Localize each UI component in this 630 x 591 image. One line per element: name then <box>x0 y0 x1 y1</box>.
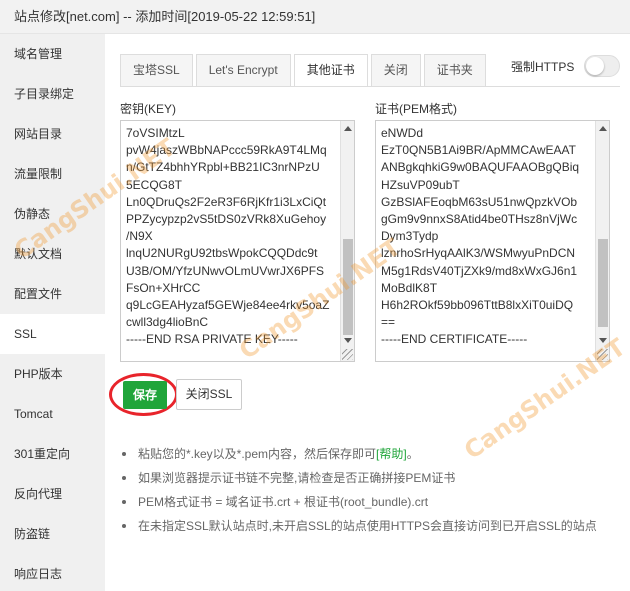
tab-lets-encrypt[interactable]: Let's Encrypt <box>195 54 291 86</box>
list-item: 粘贴您的*.key以及*.pem内容，然后保存即可[帮助]。 <box>120 442 620 466</box>
tab-cert-folder[interactable]: 证书夹 <box>423 54 486 86</box>
tab-bt-ssl[interactable]: 宝塔SSL <box>120 54 193 86</box>
bullet-icon <box>122 476 126 480</box>
sidebar-item-php[interactable]: PHP版本 <box>0 354 105 394</box>
sidebar-item-site-dir[interactable]: 网站目录 <box>0 114 105 154</box>
cert-scroll-thumb[interactable] <box>598 239 608 327</box>
tip-text: 。 <box>406 447 419 461</box>
tab-divider <box>120 86 620 87</box>
tab-other-cert[interactable]: 其他证书 <box>293 54 368 87</box>
sidebar: 域名管理 子目录绑定 网站目录 流量限制 伪静态 默认文档 配置文件 SSL P… <box>0 34 105 591</box>
tip-text: 如果浏览器提示证书链不完整,请检查是否正确拼接PEM证书 <box>138 471 456 485</box>
help-link[interactable]: [帮助] <box>376 447 407 461</box>
sidebar-item-ssl[interactable]: SSL <box>0 314 105 354</box>
force-https-toggle[interactable] <box>584 55 620 77</box>
toggle-knob <box>586 57 604 75</box>
sidebar-item-subdir[interactable]: 子目录绑定 <box>0 74 105 114</box>
key-label: 密钥(KEY) <box>120 102 177 116</box>
sidebar-item-tomcat[interactable]: Tomcat <box>0 394 105 434</box>
tip-text: 在未指定SSL默认站点时,未开启SSL的站点使用HTTPS会直接访问到已开启SS… <box>138 519 597 533</box>
window-title: 站点修改[net.com] -- 添加时间[2019-05-22 12:59:5… <box>0 0 630 34</box>
sidebar-item-hotlink[interactable]: 防盗链 <box>0 514 105 554</box>
sidebar-item-log[interactable]: 响应日志 <box>0 554 105 591</box>
bullet-icon <box>122 452 126 456</box>
sidebar-item-redirect[interactable]: 301重定向 <box>0 434 105 474</box>
force-https-label: 强制HTTPS <box>511 60 575 74</box>
bullet-icon <box>122 500 126 504</box>
list-item: PEM格式证书 = 域名证书.crt + 根证书(root_bundle).cr… <box>120 490 620 514</box>
scroll-up-icon[interactable] <box>599 126 607 131</box>
ssl-tabs: 宝塔SSL Let's Encrypt 其他证书 关闭 证书夹 <box>120 54 489 87</box>
sidebar-item-proxy[interactable]: 反向代理 <box>0 474 105 514</box>
list-item: 在未指定SSL默认站点时,未开启SSL的站点使用HTTPS会直接访问到已开启SS… <box>120 514 620 538</box>
list-item: 如果浏览器提示证书链不完整,请检查是否正确拼接PEM证书 <box>120 466 620 490</box>
resize-grip-icon[interactable] <box>342 349 353 360</box>
tip-text: PEM格式证书 = 域名证书.crt + 根证书(root_bundle).cr… <box>138 495 429 509</box>
save-button[interactable]: 保存 <box>123 381 167 409</box>
close-ssl-button[interactable]: 关闭SSL <box>176 379 242 410</box>
scroll-down-icon[interactable] <box>344 338 352 343</box>
tab-close[interactable]: 关闭 <box>370 54 421 86</box>
cert-label: 证书(PEM格式) <box>375 102 457 116</box>
cert-textarea[interactable]: eNWDd EzT0QN5B1Ai9BR/ApMMCAwEAAT ANBgkqh… <box>375 120 610 362</box>
sidebar-item-config[interactable]: 配置文件 <box>0 274 105 314</box>
bullet-icon <box>122 524 126 528</box>
key-scrollbar[interactable] <box>340 121 354 361</box>
sidebar-item-domain[interactable]: 域名管理 <box>0 34 105 74</box>
tip-text: 粘贴您的*.key以及*.pem内容，然后保存即可 <box>138 447 377 461</box>
cert-scrollbar[interactable] <box>595 121 609 361</box>
cert-text: eNWDd EzT0QN5B1Ai9BR/ApMMCAwEAAT ANBgkqh… <box>381 126 580 347</box>
tips-list: 粘贴您的*.key以及*.pem内容，然后保存即可[帮助]。 如果浏览器提示证书… <box>120 442 620 538</box>
scroll-up-icon[interactable] <box>344 126 352 131</box>
main-panel: 宝塔SSL Let's Encrypt 其他证书 关闭 证书夹 强制HTTPS … <box>105 34 630 591</box>
